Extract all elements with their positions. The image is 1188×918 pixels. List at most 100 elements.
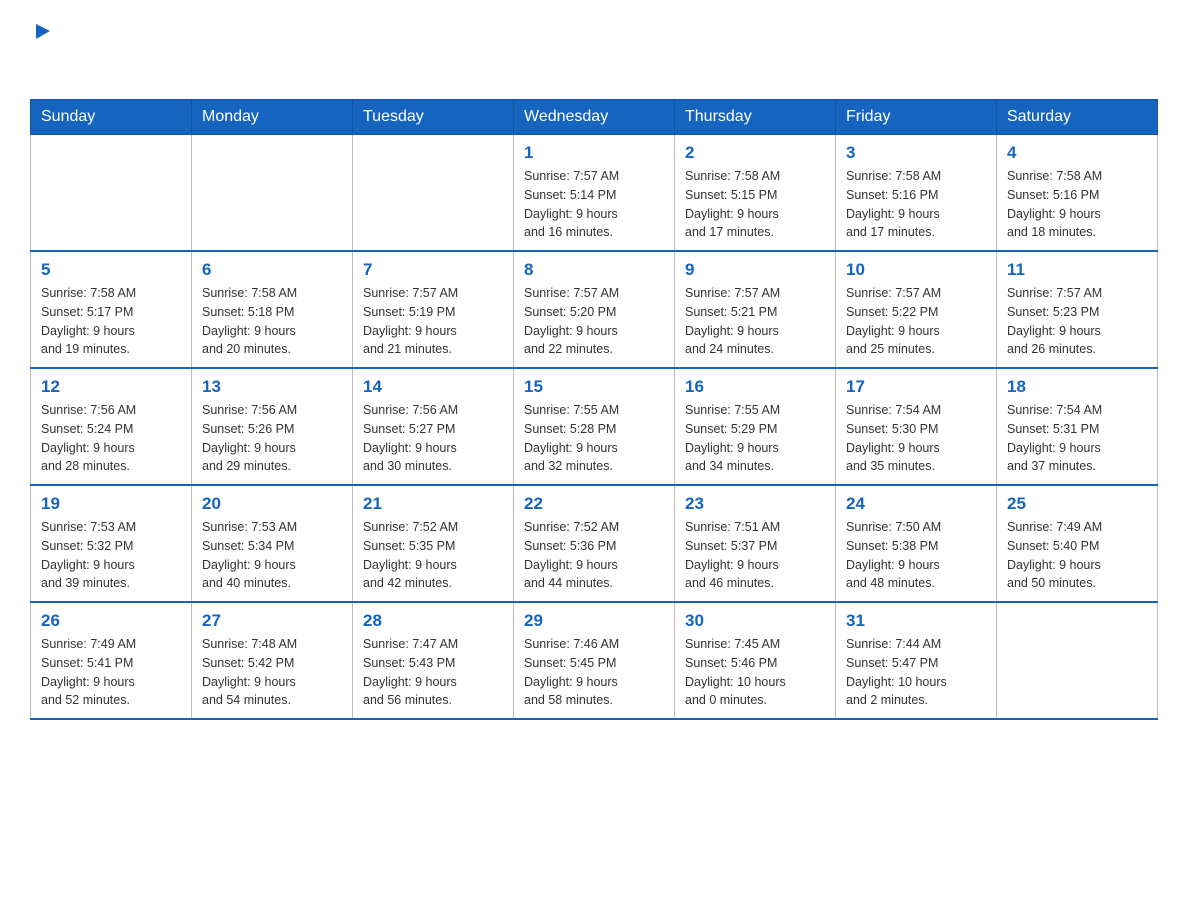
day-info: Sunrise: 7:44 AM Sunset: 5:47 PM Dayligh… [846, 635, 986, 710]
day-info: Sunrise: 7:55 AM Sunset: 5:28 PM Dayligh… [524, 401, 664, 476]
calendar-header-monday: Monday [192, 100, 353, 135]
calendar-cell: 3 Sunrise: 7:58 AM Sunset: 5:16 PM Daylig… [836, 135, 997, 252]
day-info: Sunrise: 7:50 AM Sunset: 5:38 PM Dayligh… [846, 518, 986, 593]
calendar-cell: 4 Sunrise: 7:58 AM Sunset: 5:16 PM Daylig… [997, 135, 1158, 252]
calendar-cell: 12 Sunrise: 7:56 AM Sunset: 5:24 PM Dayli… [31, 368, 192, 485]
day-number: 1 [524, 143, 664, 163]
day-number: 9 [685, 260, 825, 280]
calendar-cell: 7 Sunrise: 7:57 AM Sunset: 5:19 PM Daylig… [353, 251, 514, 368]
day-number: 12 [41, 377, 181, 397]
calendar-cell: 19 Sunrise: 7:53 AM Sunset: 5:32 PM Dayli… [31, 485, 192, 602]
day-number: 22 [524, 494, 664, 514]
day-info: Sunrise: 7:57 AM Sunset: 5:20 PM Dayligh… [524, 284, 664, 359]
day-number: 17 [846, 377, 986, 397]
calendar-cell: 31 Sunrise: 7:44 AM Sunset: 5:47 PM Dayli… [836, 602, 997, 719]
day-info: Sunrise: 7:46 AM Sunset: 5:45 PM Dayligh… [524, 635, 664, 710]
day-number: 11 [1007, 260, 1147, 280]
calendar-cell: 16Sunrise: 7:55 AM Sunset: 5:29 PM Dayli… [675, 368, 836, 485]
day-number: 2 [685, 143, 825, 163]
day-info: Sunrise: 7:49 AM Sunset: 5:40 PM Dayligh… [1007, 518, 1147, 593]
day-number: 15 [524, 377, 664, 397]
calendar-cell: 28Sunrise: 7:47 AM Sunset: 5:43 PM Dayli… [353, 602, 514, 719]
day-info: Sunrise: 7:58 AM Sunset: 5:16 PM Dayligh… [1007, 167, 1147, 242]
calendar-cell: 27 Sunrise: 7:48 AM Sunset: 5:42 PM Dayli… [192, 602, 353, 719]
calendar-header-sunday: Sunday [31, 100, 192, 135]
day-info: Sunrise: 7:48 AM Sunset: 5:42 PM Dayligh… [202, 635, 342, 710]
calendar-week-1: 1 Sunrise: 7:57 AM Sunset: 5:14 PM Daylig… [31, 135, 1158, 252]
calendar-header-friday: Friday [836, 100, 997, 135]
calendar-week-5: 26Sunrise: 7:49 AM Sunset: 5:41 PM Dayli… [31, 602, 1158, 719]
calendar-cell: 9 Sunrise: 7:57 AM Sunset: 5:21 PM Daylig… [675, 251, 836, 368]
logo-triangle-icon [32, 20, 54, 42]
calendar-cell: 26Sunrise: 7:49 AM Sunset: 5:41 PM Dayli… [31, 602, 192, 719]
calendar-cell: 1 Sunrise: 7:57 AM Sunset: 5:14 PM Daylig… [514, 135, 675, 252]
calendar-week-2: 5 Sunrise: 7:58 AM Sunset: 5:17 PM Daylig… [31, 251, 1158, 368]
day-number: 21 [363, 494, 503, 514]
day-info: Sunrise: 7:52 AM Sunset: 5:36 PM Dayligh… [524, 518, 664, 593]
calendar-cell: 29 Sunrise: 7:46 AM Sunset: 5:45 PM Dayli… [514, 602, 675, 719]
calendar-week-3: 12 Sunrise: 7:56 AM Sunset: 5:24 PM Dayli… [31, 368, 1158, 485]
day-info: Sunrise: 7:53 AM Sunset: 5:34 PM Dayligh… [202, 518, 342, 593]
day-number: 27 [202, 611, 342, 631]
day-number: 4 [1007, 143, 1147, 163]
day-info: Sunrise: 7:45 AM Sunset: 5:46 PM Dayligh… [685, 635, 825, 710]
calendar-cell: 10 Sunrise: 7:57 AM Sunset: 5:22 PM Dayli… [836, 251, 997, 368]
day-info: Sunrise: 7:56 AM Sunset: 5:24 PM Dayligh… [41, 401, 181, 476]
day-number: 31 [846, 611, 986, 631]
day-number: 20 [202, 494, 342, 514]
day-info: Sunrise: 7:57 AM Sunset: 5:19 PM Dayligh… [363, 284, 503, 359]
calendar-cell: 14Sunrise: 7:56 AM Sunset: 5:27 PM Dayli… [353, 368, 514, 485]
calendar-cell: 20 Sunrise: 7:53 AM Sunset: 5:34 PM Dayli… [192, 485, 353, 602]
day-info: Sunrise: 7:56 AM Sunset: 5:26 PM Dayligh… [202, 401, 342, 476]
calendar-cell: 24 Sunrise: 7:50 AM Sunset: 5:38 PM Dayli… [836, 485, 997, 602]
day-info: Sunrise: 7:58 AM Sunset: 5:16 PM Dayligh… [846, 167, 986, 242]
calendar-cell: 22 Sunrise: 7:52 AM Sunset: 5:36 PM Dayli… [514, 485, 675, 602]
calendar-cell: 8 Sunrise: 7:57 AM Sunset: 5:20 PM Daylig… [514, 251, 675, 368]
day-info: Sunrise: 7:58 AM Sunset: 5:15 PM Dayligh… [685, 167, 825, 242]
logo [30, 20, 54, 81]
day-info: Sunrise: 7:57 AM Sunset: 5:14 PM Dayligh… [524, 167, 664, 242]
calendar-cell: 6Sunrise: 7:58 AM Sunset: 5:18 PM Daylig… [192, 251, 353, 368]
calendar-cell [192, 135, 353, 252]
day-number: 18 [1007, 377, 1147, 397]
calendar-cell: 21Sunrise: 7:52 AM Sunset: 5:35 PM Dayli… [353, 485, 514, 602]
calendar-header-thursday: Thursday [675, 100, 836, 135]
calendar-cell: 18 Sunrise: 7:54 AM Sunset: 5:31 PM Dayli… [997, 368, 1158, 485]
day-number: 30 [685, 611, 825, 631]
day-number: 29 [524, 611, 664, 631]
day-number: 8 [524, 260, 664, 280]
calendar-cell [31, 135, 192, 252]
calendar-cell: 25 Sunrise: 7:49 AM Sunset: 5:40 PM Dayli… [997, 485, 1158, 602]
calendar-body: 1 Sunrise: 7:57 AM Sunset: 5:14 PM Daylig… [31, 135, 1158, 720]
day-info: Sunrise: 7:54 AM Sunset: 5:31 PM Dayligh… [1007, 401, 1147, 476]
page-header [30, 20, 1158, 81]
calendar-cell: 5 Sunrise: 7:58 AM Sunset: 5:17 PM Daylig… [31, 251, 192, 368]
calendar-cell: 15 Sunrise: 7:55 AM Sunset: 5:28 PM Dayli… [514, 368, 675, 485]
day-info: Sunrise: 7:54 AM Sunset: 5:30 PM Dayligh… [846, 401, 986, 476]
day-info: Sunrise: 7:58 AM Sunset: 5:17 PM Dayligh… [41, 284, 181, 359]
day-number: 19 [41, 494, 181, 514]
day-number: 24 [846, 494, 986, 514]
day-info: Sunrise: 7:53 AM Sunset: 5:32 PM Dayligh… [41, 518, 181, 593]
calendar-table: SundayMondayTuesdayWednesdayThursdayFrid… [30, 99, 1158, 720]
calendar-cell [353, 135, 514, 252]
day-number: 23 [685, 494, 825, 514]
calendar-header-saturday: Saturday [997, 100, 1158, 135]
calendar-cell: 30 Sunrise: 7:45 AM Sunset: 5:46 PM Dayli… [675, 602, 836, 719]
day-info: Sunrise: 7:57 AM Sunset: 5:22 PM Dayligh… [846, 284, 986, 359]
day-number: 7 [363, 260, 503, 280]
calendar-cell: 13 Sunrise: 7:56 AM Sunset: 5:26 PM Dayli… [192, 368, 353, 485]
day-number: 26 [41, 611, 181, 631]
calendar-header-wednesday: Wednesday [514, 100, 675, 135]
day-number: 28 [363, 611, 503, 631]
day-number: 13 [202, 377, 342, 397]
calendar-cell [997, 602, 1158, 719]
calendar-header: SundayMondayTuesdayWednesdayThursdayFrid… [31, 100, 1158, 135]
day-info: Sunrise: 7:57 AM Sunset: 5:21 PM Dayligh… [685, 284, 825, 359]
day-number: 16 [685, 377, 825, 397]
day-number: 10 [846, 260, 986, 280]
day-number: 25 [1007, 494, 1147, 514]
day-number: 3 [846, 143, 986, 163]
day-number: 5 [41, 260, 181, 280]
calendar-cell: 11Sunrise: 7:57 AM Sunset: 5:23 PM Dayli… [997, 251, 1158, 368]
